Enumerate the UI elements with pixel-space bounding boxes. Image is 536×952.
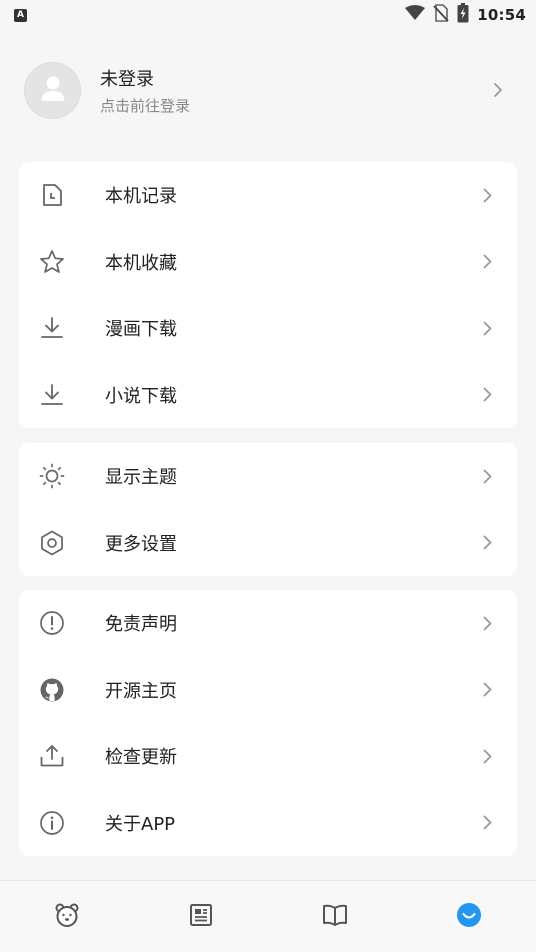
nav-tab-books[interactable] — [305, 887, 365, 947]
profile-name: 未登录 — [100, 68, 154, 90]
menu-item-label: 免责声明 — [105, 614, 177, 636]
menu-item-novel-downloads[interactable]: 小说下载 — [19, 362, 517, 429]
menu-item-label: 检查更新 — [105, 747, 177, 769]
no-sim-icon — [433, 4, 449, 26]
nav-tab-profile[interactable] — [439, 887, 499, 947]
menu-item-label: 小说下载 — [105, 385, 177, 407]
menu-item-more-settings[interactable]: 更多设置 — [19, 510, 517, 577]
info-icon — [39, 810, 65, 836]
bottom-navigation — [0, 880, 536, 952]
login-profile-row[interactable]: 未登录 点击前往登录 — [0, 52, 536, 128]
chevron-right-icon — [488, 82, 508, 98]
menu-item-about-app[interactable]: 关于APP — [19, 790, 517, 857]
card-appearance-settings: 显示主题 更多设置 — [19, 443, 517, 576]
menu-item-local-history[interactable]: 本机记录 — [19, 162, 517, 229]
menu-item-label: 开源主页 — [105, 680, 177, 702]
chevron-right-icon — [479, 188, 495, 203]
smile-icon — [456, 902, 482, 932]
clock-time: 10:54 — [477, 6, 526, 24]
sun-icon — [39, 463, 65, 489]
menu-item-local-favorites[interactable]: 本机收藏 — [19, 229, 517, 296]
star-icon — [39, 249, 65, 275]
chevron-right-icon — [479, 254, 495, 269]
wifi-icon — [405, 5, 426, 25]
chevron-right-icon — [479, 616, 495, 631]
menu-item-disclaimer[interactable]: 免责声明 — [19, 590, 517, 657]
login-hint: 点击前往登录 — [100, 96, 191, 115]
upload-icon — [39, 743, 65, 769]
avatar-icon — [40, 74, 66, 106]
chevron-right-icon — [479, 815, 495, 830]
app-notification-icon: A — [14, 8, 27, 22]
chevron-right-icon — [479, 387, 495, 402]
menu-item-label: 关于APP — [105, 813, 176, 835]
book-open-icon — [322, 903, 348, 931]
menu-item-comic-downloads[interactable]: 漫画下载 — [19, 295, 517, 362]
menu-item-label: 显示主题 — [105, 467, 177, 489]
menu-item-label: 更多设置 — [105, 533, 177, 555]
chevron-right-icon — [479, 321, 495, 336]
alert-circle-icon — [39, 610, 65, 636]
github-icon — [39, 677, 65, 703]
menu-item-label: 本机收藏 — [105, 252, 177, 274]
chevron-right-icon — [479, 682, 495, 697]
menu-item-label: 本机记录 — [105, 186, 177, 208]
status-bar: A 10:54 — [0, 0, 536, 30]
menu-item-display-theme[interactable]: 显示主题 — [19, 443, 517, 510]
download-icon — [39, 382, 65, 408]
nav-tab-home[interactable] — [37, 887, 97, 947]
download-icon — [39, 315, 65, 341]
card-local-data: 本机记录 本机收藏 漫画下载 小说下载 — [19, 162, 517, 428]
chevron-right-icon — [479, 535, 495, 550]
avatar[interactable] — [24, 61, 81, 119]
nav-tab-news[interactable] — [171, 887, 231, 947]
bear-icon — [54, 902, 80, 932]
chevron-right-icon — [479, 469, 495, 484]
card-about: 免责声明 开源主页 检查更新 关于APP — [19, 590, 517, 856]
menu-item-open-source-home[interactable]: 开源主页 — [19, 657, 517, 724]
menu-item-label: 漫画下载 — [105, 319, 177, 341]
settings-hexagon-icon — [39, 530, 65, 556]
menu-item-check-update[interactable]: 检查更新 — [19, 723, 517, 790]
newspaper-icon — [189, 903, 213, 931]
battery-charging-icon — [457, 3, 469, 27]
chevron-right-icon — [479, 749, 495, 764]
history-file-icon — [39, 182, 65, 208]
